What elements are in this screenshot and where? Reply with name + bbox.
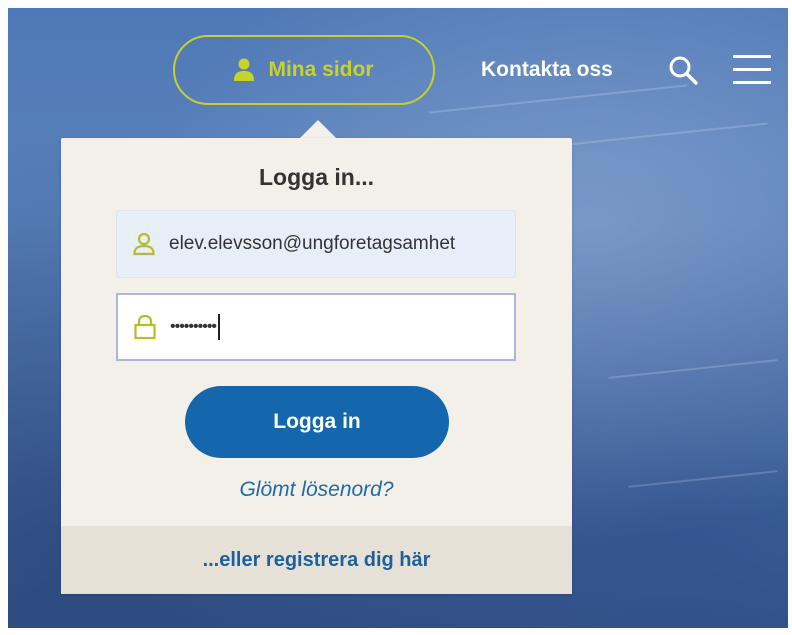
password-input[interactable]: •••••••••• (170, 318, 217, 336)
login-button[interactable]: Logga in (185, 386, 449, 458)
user-icon (234, 58, 255, 82)
forgot-password-link[interactable]: Glömt lösenord? (61, 478, 572, 502)
login-panel: Logga in... •••••••••• Logga in Glömt lö… (61, 138, 572, 594)
search-icon[interactable] (668, 55, 698, 90)
contact-link[interactable]: Kontakta oss (481, 58, 613, 82)
register-bar: ...eller registrera dig här (61, 526, 572, 594)
password-field[interactable]: •••••••••• (116, 293, 516, 361)
background-streak (608, 359, 778, 379)
menu-icon[interactable] (733, 55, 771, 94)
user-outline-icon (133, 230, 155, 258)
background-streak (568, 122, 768, 146)
lock-icon (134, 313, 156, 341)
login-title: Logga in... (259, 164, 374, 190)
background-streak (628, 470, 778, 488)
mina-sidor-label: Mina sidor (268, 58, 374, 81)
register-link[interactable]: ...eller registrera dig här (203, 549, 431, 572)
mina-sidor-button[interactable]: Mina sidor (173, 35, 435, 105)
background-streak (428, 84, 688, 114)
dropdown-arrow (300, 120, 336, 138)
email-input[interactable] (169, 233, 509, 255)
email-field[interactable] (116, 210, 516, 278)
text-caret (218, 314, 221, 340)
